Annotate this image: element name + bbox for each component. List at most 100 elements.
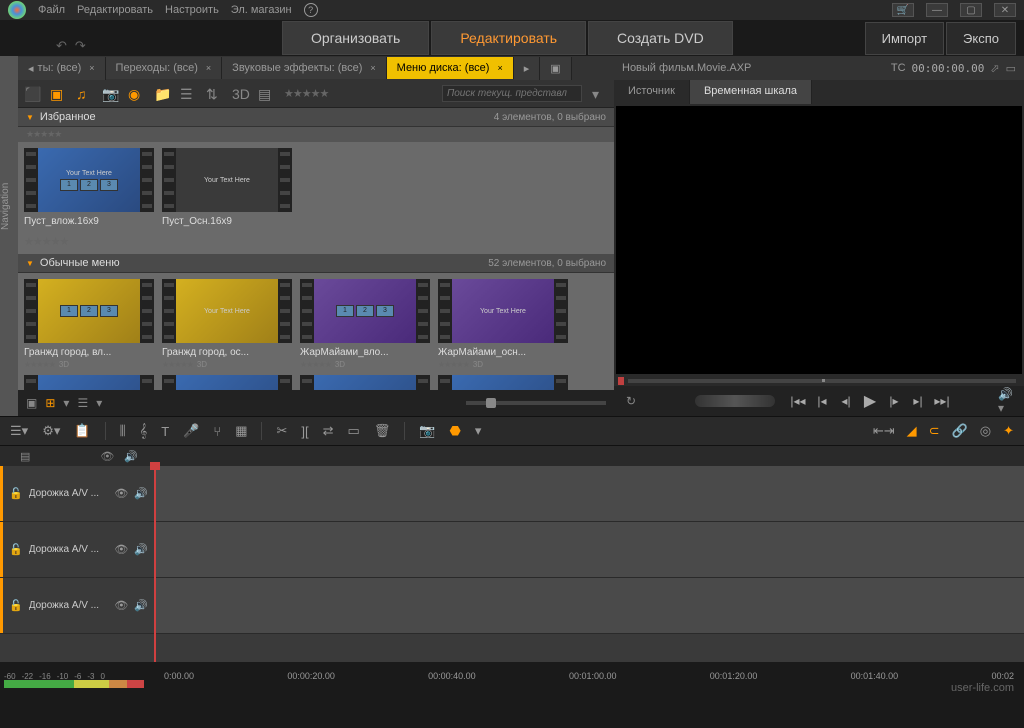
volume-icon[interactable]: 🔊▾ bbox=[998, 392, 1016, 410]
timeline[interactable]: 🔓 Дорожка A/V ... 👁 🔊 🔓 Дорожка A/V ... … bbox=[0, 466, 1024, 662]
timeline-ruler[interactable]: -60-22-16-10-6-30 0:00.0000:00:20.0000:0… bbox=[0, 662, 1024, 690]
menu-store[interactable]: Эл. магазин bbox=[231, 4, 292, 16]
eye-header-icon[interactable]: 👁 bbox=[100, 450, 114, 463]
eye-icon[interactable]: 👁 bbox=[114, 487, 128, 500]
loop-icon[interactable]: ↻ bbox=[622, 392, 640, 410]
treble-icon[interactable]: 𝄞 bbox=[140, 423, 148, 439]
tab-dvd[interactable]: Создать DVD bbox=[588, 21, 733, 55]
eye-icon[interactable]: 👁 bbox=[114, 543, 128, 556]
scrub-bar[interactable] bbox=[614, 376, 1024, 386]
marker-drop-icon[interactable]: ▾ bbox=[475, 423, 482, 439]
subtab-more[interactable]: ▸ bbox=[514, 57, 541, 80]
snapshot-icon[interactable]: 📷 bbox=[419, 423, 435, 439]
gear-icon[interactable]: ⚙▾ bbox=[42, 423, 60, 439]
jog-wheel[interactable] bbox=[695, 395, 775, 407]
folder-icon[interactable]: 📁 bbox=[154, 86, 170, 102]
track-body[interactable] bbox=[154, 466, 1024, 521]
target-icon[interactable]: ◎ bbox=[980, 423, 991, 439]
eye-icon[interactable]: 👁 bbox=[114, 599, 128, 612]
speaker-icon[interactable]: 🔊 bbox=[134, 599, 148, 612]
track-body[interactable] bbox=[154, 522, 1024, 577]
menu-setup[interactable]: Настроить bbox=[165, 4, 219, 16]
menu-thumbnail[interactable]: Your Text Here ЖарМайами_осн... ★★★★★3D bbox=[438, 279, 568, 369]
rating-filter[interactable]: ★★★★★ bbox=[284, 87, 328, 100]
menu-thumbnail[interactable]: 123 ЖарМайами_вло... ★★★★★3D bbox=[300, 279, 430, 369]
music-icon[interactable]: ♫ bbox=[76, 86, 92, 102]
marker-icon[interactable]: ⬣ bbox=[450, 423, 461, 439]
menu-file[interactable]: Файл bbox=[38, 4, 65, 16]
tab-edit[interactable]: Редактировать bbox=[431, 21, 586, 55]
menu-thumbnail[interactable] bbox=[300, 375, 430, 390]
track-header[interactable]: 🔓 Дорожка A/V ... 👁 🔊 bbox=[0, 522, 154, 577]
list-view-icon[interactable]: ☰ bbox=[77, 396, 88, 410]
import-button[interactable]: Импорт bbox=[865, 22, 944, 55]
cart-icon[interactable]: 🛒 bbox=[892, 3, 914, 17]
zoom-slider[interactable] bbox=[466, 401, 606, 405]
menu-thumbnail[interactable]: Your Text Here Пуст_Осн.16x9 bbox=[162, 148, 292, 227]
next-icon[interactable]: ▸| bbox=[909, 392, 927, 410]
snap-icon[interactable]: ◢ bbox=[907, 423, 917, 439]
lock-icon[interactable]: 🔓 bbox=[9, 599, 23, 612]
photo-icon[interactable]: 📷 bbox=[102, 86, 118, 102]
menu-thumbnail[interactable] bbox=[438, 375, 568, 390]
sparkle-icon[interactable]: ✦ bbox=[1003, 423, 1014, 439]
video-icon[interactable]: ▣ bbox=[50, 86, 66, 102]
subtab-transitions[interactable]: Переходы: (все)× bbox=[106, 57, 223, 79]
maximize-button[interactable]: ▢ bbox=[960, 3, 982, 17]
redo-icon[interactable]: ↷ bbox=[75, 38, 86, 54]
speaker-icon[interactable]: 🔊 bbox=[134, 487, 148, 500]
lock-icon[interactable]: 🔓 bbox=[9, 543, 23, 556]
stack-icon[interactable]: ▣ bbox=[26, 396, 37, 410]
clipboard-icon[interactable]: 📋 bbox=[74, 423, 90, 439]
tab-organize[interactable]: Организовать bbox=[282, 21, 429, 55]
subtab-sounds[interactable]: Звуковые эффекты: (все)× bbox=[222, 57, 386, 79]
help-icon[interactable]: ? bbox=[304, 3, 318, 17]
goto-end-icon[interactable]: ▸▸| bbox=[933, 392, 951, 410]
navigation-sidebar[interactable]: Navigation bbox=[0, 56, 18, 416]
tab-timeline-view[interactable]: Временная шкала bbox=[690, 80, 812, 104]
step-fwd-icon[interactable]: |▸ bbox=[885, 392, 903, 410]
popout-icon[interactable]: ⬀ bbox=[990, 62, 999, 75]
subtab-add[interactable]: ▣ bbox=[540, 57, 571, 80]
levels-icon[interactable]: ⫼ bbox=[120, 423, 126, 439]
step-back-icon[interactable]: ◂| bbox=[837, 392, 855, 410]
menu-thumbnail[interactable]: 123 bbox=[24, 375, 154, 390]
menu-thumbnail[interactable]: Your Text Here 123 Пуст_влож.16x9 bbox=[24, 148, 154, 227]
minimize-button[interactable]: — bbox=[926, 3, 948, 17]
swap-icon[interactable]: ⇄ bbox=[323, 423, 334, 439]
tab-source[interactable]: Источник bbox=[614, 80, 690, 104]
goto-start-icon[interactable]: |◂◂ bbox=[789, 392, 807, 410]
tag-icon[interactable]: ▤ bbox=[258, 86, 274, 102]
undo-icon[interactable]: ↶ bbox=[56, 38, 67, 54]
menu-thumbnail[interactable]: 123 Гранжд город, вл... ★★★★★3D bbox=[24, 279, 154, 369]
speaker-header-icon[interactable]: 🔊 bbox=[124, 450, 138, 463]
search-input[interactable] bbox=[442, 85, 582, 102]
dropdown-icon[interactable]: ▾ bbox=[63, 396, 69, 410]
trash-icon[interactable]: 🗑 bbox=[374, 423, 391, 439]
export-button[interactable]: Экспо bbox=[946, 22, 1016, 55]
subtab-discmenu[interactable]: Меню диска: (все)× bbox=[387, 57, 514, 79]
prev-icon[interactable]: |◂ bbox=[813, 392, 831, 410]
track-header[interactable]: 🔓 Дорожка A/V ... 👁 🔊 bbox=[0, 578, 154, 633]
subtab-effects[interactable]: ◂ты: (все)× bbox=[18, 57, 106, 80]
tl-menu-icon[interactable]: ☰▾ bbox=[10, 423, 28, 439]
category-regular[interactable]: ▼ Обычные меню 52 элементов, 0 выбрано bbox=[18, 254, 614, 273]
close-button[interactable]: ✕ bbox=[994, 3, 1016, 17]
grid-view-icon[interactable]: ⊞ bbox=[45, 396, 55, 410]
menu-edit[interactable]: Редактировать bbox=[77, 4, 153, 16]
link-icon[interactable]: 🔗 bbox=[952, 423, 968, 439]
sort-icon[interactable]: ⇅ bbox=[206, 86, 222, 102]
bracket-icon[interactable]: ][ bbox=[301, 424, 308, 439]
mic-icon[interactable]: 🎤 bbox=[183, 423, 199, 439]
more-icon[interactable]: ▾ bbox=[592, 86, 608, 102]
menu-thumbnail[interactable]: Your Text Here Гранжд город, ос... ★★★★★… bbox=[162, 279, 292, 369]
dropdown2-icon[interactable]: ▾ bbox=[96, 396, 102, 410]
list-icon[interactable]: ☰ bbox=[180, 86, 196, 102]
threed-toggle[interactable]: 3D bbox=[232, 86, 248, 102]
fullscreen-icon[interactable]: ▭ bbox=[1006, 62, 1016, 75]
blade-icon[interactable]: ✂ bbox=[276, 423, 287, 439]
fit-icon[interactable]: ⇤⇥ bbox=[873, 423, 895, 439]
category-favorites[interactable]: ▼ Избранное 4 элементов, 0 выбрано bbox=[18, 108, 614, 127]
grid-icon[interactable]: ▦ bbox=[235, 423, 247, 439]
clip-icon[interactable]: ▭ bbox=[348, 423, 360, 439]
